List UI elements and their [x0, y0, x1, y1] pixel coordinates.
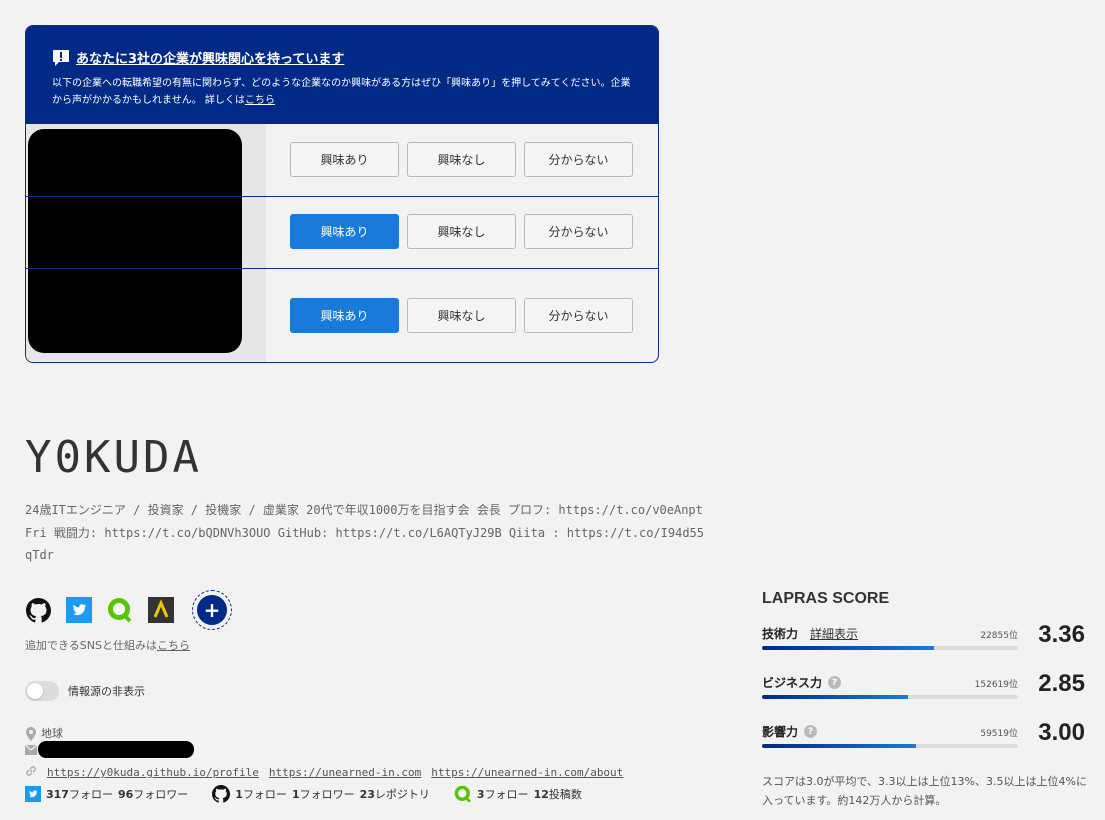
profile-name: Y0KUDA: [25, 432, 202, 483]
github-following-label: フォロー: [242, 788, 287, 801]
help-icon[interactable]: ?: [828, 676, 842, 689]
metric-bar: [762, 744, 1018, 748]
score-note: スコアは3.0が平均で、3.3以上は上位13%、3.5以上は上位4%に入っていま…: [762, 775, 1087, 807]
qiita-following-count: 3: [476, 788, 485, 801]
github-stats: 1フォロー 1フォロワー 23レポジトリ: [212, 785, 430, 803]
github-followers-count: 1: [291, 788, 300, 801]
metric-rank: 59519位: [980, 729, 1018, 739]
location-text: 地球: [41, 727, 63, 740]
metric-label-text: 技術力: [762, 627, 799, 641]
profile-link[interactable]: https://unearned-in.com: [269, 766, 421, 779]
twitter-followers-count: 96: [117, 788, 134, 801]
company-card-title-text[interactable]: あなたに3社の企業が興味関心を持っています: [76, 48, 344, 67]
lapras-score-panel: LAPRAS SCORE 技術力 詳細表示 22855位 3.36 ビジネス力 …: [762, 590, 1087, 810]
score-metric-business: ビジネス力 ? 152619位 2.85: [762, 670, 1087, 719]
qiita-icon[interactable]: [107, 597, 133, 623]
email-row: [25, 745, 37, 757]
metric-value: 3.36: [1038, 621, 1085, 648]
company-card-details-link[interactable]: こちら: [245, 95, 275, 106]
profile-bio: 24歳ITエンジニア / 投資家 / 投機家 / 虚業家 20代で年収1000万…: [25, 503, 704, 562]
github-following-count: 1: [235, 788, 243, 801]
github-icon[interactable]: [25, 597, 51, 623]
company-image-redacted: [28, 129, 242, 353]
twitter-followers-label: フォロワー: [133, 788, 189, 801]
github-followers-label: フォロワー: [299, 788, 355, 801]
metric-label: 影響力 ?: [762, 723, 818, 740]
profile-link[interactable]: https://y0kuda.github.io/profile: [47, 766, 259, 779]
company-card-description: 以下の企業への転職希望の有無に関わらず、どのような企業なのか興味がある方はぜひ「…: [52, 75, 632, 109]
metric-label: 技術力 詳細表示: [762, 625, 858, 642]
hide-sources-toggle[interactable]: [25, 681, 59, 701]
twitter-icon[interactable]: [66, 597, 92, 623]
github-repos-count: 23: [359, 788, 375, 801]
interested-button[interactable]: 興味あり: [290, 142, 399, 177]
score-metric-tech: 技術力 詳細表示 22855位 3.36: [762, 621, 1087, 670]
qiita-posts-count: 12: [533, 788, 549, 801]
interested-button[interactable]: 興味あり: [290, 214, 399, 249]
sns-stats: 317フォロー 96フォロワー 1フォロー 1フォロワー 23レポジトリ 3フォ…: [25, 785, 606, 803]
metric-bar: [762, 695, 1018, 699]
lapras-score-title: LAPRAS SCORE: [762, 590, 890, 607]
metric-label: ビジネス力 ?: [762, 674, 842, 691]
metric-bar-fill: [762, 695, 908, 699]
twitter-following-count: 317: [46, 788, 69, 801]
twitter-following-label: フォロー: [68, 788, 113, 801]
not-interested-button[interactable]: 興味なし: [407, 298, 516, 333]
row-divider: [26, 196, 658, 197]
unknown-button[interactable]: 分からない: [524, 214, 633, 249]
company-card-body: 興味あり 興味なし 分からない 興味あり 興味なし 分からない 興味あり 興味な…: [26, 124, 658, 362]
company-card-title[interactable]: あなたに3社の企業が興味関心を持っています: [52, 48, 632, 67]
company-image: [26, 124, 266, 362]
metric-rank: 22855位: [980, 631, 1018, 641]
twitter-stats: 317フォロー 96フォロワー: [25, 786, 188, 802]
twitter-icon: [25, 786, 41, 802]
profile-links: https://y0kuda.github.io/profile https:/…: [25, 765, 623, 780]
hide-sources-row: 情報源の非表示: [25, 681, 145, 701]
github-repos-label: レポジトリ: [374, 788, 430, 801]
company-row: 興味あり 興味なし 分からない: [266, 142, 658, 177]
hide-sources-label: 情報源の非表示: [68, 685, 145, 698]
metric-rank: 152619位: [974, 680, 1018, 690]
qiita-posts-label: 投稿数: [548, 788, 582, 801]
details-link[interactable]: 詳細表示: [810, 625, 858, 642]
unknown-button[interactable]: 分からない: [524, 298, 633, 333]
metric-label-text: 影響力: [762, 725, 799, 739]
row-divider: [26, 268, 658, 269]
company-card-description-text: 以下の企業への転職希望の有無に関わらず、どのような企業なのか興味がある方はぜひ「…: [52, 78, 631, 106]
not-interested-button[interactable]: 興味なし: [407, 142, 516, 177]
company-row: 興味あり 興味なし 分からない: [266, 298, 658, 333]
company-row: 興味あり 興味なし 分からない: [266, 214, 658, 249]
qiita-stats: 3フォロー 12投稿数: [454, 785, 582, 803]
help-icon[interactable]: ?: [804, 725, 818, 738]
sns-note-text: 追加できるSNSと仕組みは: [25, 639, 157, 652]
interested-button[interactable]: 興味あり: [290, 298, 399, 333]
add-sns-button[interactable]: +: [192, 590, 232, 630]
email-redacted: [38, 741, 194, 758]
metric-bar: [762, 646, 1018, 650]
metric-bar-fill: [762, 744, 916, 748]
not-interested-button[interactable]: 興味なし: [407, 214, 516, 249]
github-icon: [212, 785, 231, 803]
metric-bar-fill: [762, 646, 934, 650]
profile-link[interactable]: https://unearned-in.com/about: [431, 766, 623, 779]
score-metric-influence: 影響力 ? 59519位 3.00: [762, 719, 1087, 768]
plus-icon: +: [197, 595, 227, 625]
qiita-icon: [454, 785, 471, 803]
alert-icon: [52, 49, 70, 67]
mail-icon: [25, 745, 37, 757]
metric-value: 3.00: [1038, 719, 1085, 746]
sns-icons: +: [25, 590, 232, 630]
qiita-following-label: フォロー: [484, 788, 529, 801]
metric-value: 2.85: [1038, 670, 1085, 697]
link-icon: [25, 765, 37, 780]
sns-note: 追加できるSNSと仕組みはこちら: [25, 637, 190, 653]
location-pin-icon: [25, 727, 37, 741]
sns-note-link[interactable]: こちら: [157, 639, 190, 652]
metric-label-text: ビジネス力: [762, 676, 823, 690]
location-row: 地球: [25, 725, 63, 741]
atcoder-icon[interactable]: [148, 597, 174, 623]
company-interest-card: あなたに3社の企業が興味関心を持っています 以下の企業への転職希望の有無に関わら…: [25, 25, 659, 363]
unknown-button[interactable]: 分からない: [524, 142, 633, 177]
company-card-header: あなたに3社の企業が興味関心を持っています 以下の企業への転職希望の有無に関わら…: [26, 26, 658, 124]
